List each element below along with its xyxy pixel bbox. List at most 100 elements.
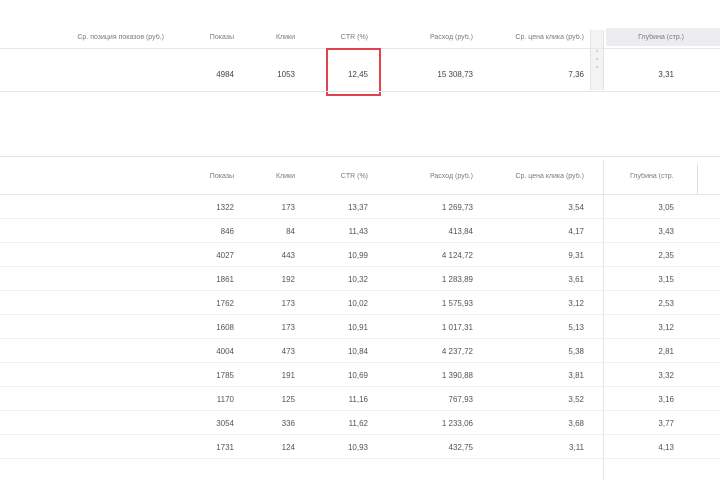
cell-ctr: 10,84 bbox=[347, 347, 368, 356]
cell-spend: 413,84 bbox=[448, 227, 473, 236]
cell-impressions: 1322 bbox=[216, 203, 234, 212]
header-ctr[interactable]: CTR (%) bbox=[320, 34, 368, 41]
cell-ctr: 10,93 bbox=[347, 443, 368, 452]
cell-cpc: 9,31 bbox=[568, 251, 584, 260]
ctr-highlight-box bbox=[326, 48, 381, 96]
cell-ctr: 10,02 bbox=[347, 299, 368, 308]
cell-cpc: 5,38 bbox=[568, 347, 584, 356]
cell-depth: 3,32 bbox=[658, 371, 674, 380]
summary-depth: 3,31 bbox=[658, 70, 674, 79]
cell-cpc: 3,61 bbox=[568, 275, 584, 284]
cell-ctr: 11,43 bbox=[348, 227, 368, 236]
table-row[interactable]: 1731 124 10,93 432,75 3,11 4,13 bbox=[0, 435, 720, 459]
cell-depth: 4,13 bbox=[658, 443, 674, 452]
header-spend[interactable]: Расход (руб.) bbox=[385, 34, 473, 41]
detail-header-impressions[interactable]: Показы bbox=[190, 173, 234, 180]
cell-spend: 4 237,72 bbox=[441, 347, 473, 356]
cell-depth: 2,81 bbox=[658, 347, 674, 356]
header-impressions[interactable]: Показы bbox=[190, 34, 234, 41]
table-row[interactable]: 4004 473 10,84 4 237,72 5,38 2,81 bbox=[0, 339, 720, 363]
cell-ctr: 10,99 bbox=[347, 251, 368, 260]
cell-cpc: 5,13 bbox=[568, 323, 584, 332]
header-avg-position[interactable]: Ср. позиция показов (руб.) bbox=[40, 34, 164, 41]
table-row[interactable]: 1861 192 10,32 1 283,89 3,61 3,15 bbox=[0, 267, 720, 291]
row-divider bbox=[0, 458, 720, 459]
divider bbox=[0, 156, 720, 157]
cell-cpc: 3,52 bbox=[568, 395, 584, 404]
cell-depth: 2,35 bbox=[658, 251, 674, 260]
cell-impressions: 3054 bbox=[216, 419, 234, 428]
cell-clicks: 192 bbox=[281, 275, 295, 284]
cell-spend: 1 017,31 bbox=[441, 323, 473, 332]
shaded-header-block: Глубина (стр.) bbox=[606, 28, 720, 46]
cell-impressions: 1785 bbox=[216, 371, 234, 380]
detail-table-body: 1322 173 13,37 1 269,73 3,54 3,05 846 84… bbox=[0, 195, 720, 480]
cell-ctr: 13,37 bbox=[347, 203, 368, 212]
cell-impressions: 4004 bbox=[216, 347, 234, 356]
cell-depth: 3,05 bbox=[658, 203, 674, 212]
cell-spend: 432,75 bbox=[448, 443, 473, 452]
cell-spend: 1 283,89 bbox=[441, 275, 473, 284]
detail-header-cpc[interactable]: Ср. цена клика (руб.) bbox=[490, 173, 584, 180]
header-depth[interactable]: Глубина (стр.) bbox=[614, 34, 684, 41]
cell-impressions: 1170 bbox=[216, 395, 234, 404]
cell-spend: 1 233,06 bbox=[441, 419, 473, 428]
table-row[interactable]: 1322 173 13,37 1 269,73 3,54 3,05 bbox=[0, 195, 720, 219]
cell-cpc: 3,54 bbox=[568, 203, 584, 212]
cell-ctr: 11,16 bbox=[348, 395, 368, 404]
cell-cpc: 3,81 bbox=[568, 371, 584, 380]
cell-impressions: 846 bbox=[220, 227, 234, 236]
cell-clicks: 191 bbox=[281, 371, 295, 380]
cell-impressions: 1608 bbox=[216, 323, 234, 332]
summary-impressions: 4984 bbox=[216, 70, 234, 79]
cell-clicks: 84 bbox=[286, 227, 295, 236]
table-row[interactable]: 1608 173 10,91 1 017,31 5,13 3,12 bbox=[0, 315, 720, 339]
cell-depth: 2,53 bbox=[658, 299, 674, 308]
cell-cpc: 3,11 bbox=[569, 443, 584, 452]
detail-header-clicks[interactable]: Клики bbox=[255, 173, 295, 180]
cell-cpc: 3,12 bbox=[568, 299, 584, 308]
detail-header-spend[interactable]: Расход (руб.) bbox=[385, 173, 473, 180]
detail-header-depth[interactable]: Глубина (стр.) bbox=[630, 173, 674, 180]
cell-clicks: 173 bbox=[281, 203, 295, 212]
cell-clicks: 173 bbox=[281, 323, 295, 332]
detail-header-ctr[interactable]: CTR (%) bbox=[320, 173, 368, 180]
cell-depth: 3,77 bbox=[658, 419, 674, 428]
cell-spend: 4 124,72 bbox=[441, 251, 473, 260]
table-row[interactable]: 846 84 11,43 413,84 4,17 3,43 bbox=[0, 219, 720, 243]
header-divider bbox=[697, 164, 698, 194]
cell-clicks: 124 bbox=[281, 443, 295, 452]
detail-header: Показы Клики CTR (%) Расход (руб.) Ср. ц… bbox=[0, 160, 720, 194]
cell-clicks: 473 bbox=[281, 347, 295, 356]
cell-spend: 1 390,88 bbox=[441, 371, 473, 380]
divider bbox=[0, 91, 720, 92]
cell-ctr: 10,91 bbox=[347, 323, 368, 332]
table-row[interactable]: 3054 336 11,62 1 233,06 3,68 3,77 bbox=[0, 411, 720, 435]
cell-depth: 3,15 bbox=[658, 275, 674, 284]
header-cpc[interactable]: Ср. цена клика (руб.) bbox=[490, 34, 584, 41]
cell-impressions: 1762 bbox=[216, 299, 234, 308]
cell-impressions: 4027 bbox=[216, 251, 234, 260]
cell-cpc: 4,17 bbox=[568, 227, 584, 236]
cell-clicks: 443 bbox=[281, 251, 295, 260]
summary-spend: 15 308,73 bbox=[437, 70, 473, 79]
cell-ctr: 10,69 bbox=[347, 371, 368, 380]
header-clicks[interactable]: Клики bbox=[255, 34, 295, 41]
table-row[interactable]: 4027 443 10,99 4 124,72 9,31 2,35 bbox=[0, 243, 720, 267]
cell-clicks: 336 bbox=[281, 419, 295, 428]
cell-depth: 3,43 bbox=[658, 227, 674, 236]
cell-impressions: 1731 bbox=[216, 443, 234, 452]
table-row[interactable]: 1762 173 10,02 1 575,93 3,12 2,53 bbox=[0, 291, 720, 315]
cell-spend: 1 269,73 bbox=[441, 203, 473, 212]
cell-depth: 3,16 bbox=[658, 395, 674, 404]
cell-ctr: 10,32 bbox=[347, 275, 368, 284]
table-row[interactable]: 1170 125 11,16 767,93 3,52 3,16 bbox=[0, 387, 720, 411]
summary-clicks: 1053 bbox=[277, 70, 295, 79]
cell-clicks: 173 bbox=[281, 299, 295, 308]
cell-ctr: 11,62 bbox=[348, 419, 368, 428]
cell-depth: 3,12 bbox=[658, 323, 674, 332]
table-row[interactable]: 1785 191 10,69 1 390,88 3,81 3,32 bbox=[0, 363, 720, 387]
cell-spend: 1 575,93 bbox=[441, 299, 473, 308]
cell-spend: 767,93 bbox=[448, 395, 473, 404]
summary-cpc: 7,36 bbox=[568, 70, 584, 79]
